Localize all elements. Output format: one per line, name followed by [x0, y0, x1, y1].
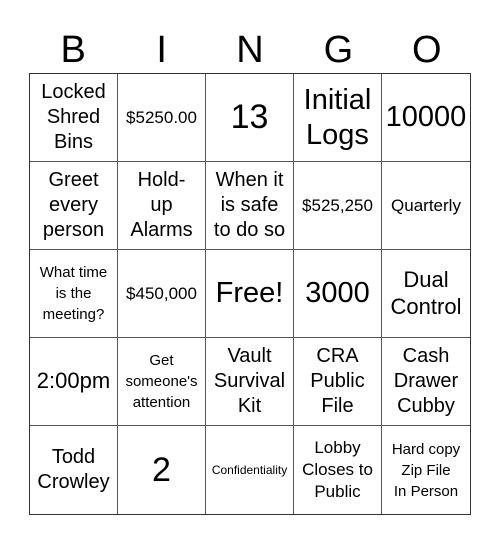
- bingo-cell[interactable]: Hard copy Zip File In Person: [382, 426, 470, 514]
- bingo-cell[interactable]: Quarterly: [382, 162, 470, 250]
- bingo-cell[interactable]: 10000: [382, 74, 470, 162]
- header-letter-g: G: [323, 29, 354, 71]
- cell-text: $525,250: [302, 195, 373, 215]
- bingo-cell[interactable]: 13: [206, 74, 294, 162]
- cell-text: 3000: [305, 277, 370, 310]
- cell-text: Lobby Closes to Public: [302, 438, 373, 501]
- bingo-cell[interactable]: Vault Survival Kit: [206, 338, 294, 426]
- bingo-cell[interactable]: $5250.00: [118, 74, 206, 162]
- cell-text: Confidentiality: [211, 462, 288, 477]
- cell-text: 10000: [385, 101, 467, 134]
- bingo-cell[interactable]: Confidentiality: [206, 426, 294, 514]
- bingo-cell[interactable]: CRA Public File: [294, 338, 382, 426]
- cell-text: Get someone's attention: [125, 352, 198, 411]
- bingo-board: Locked Shred Bins $5250.00 13 Initial Lo…: [29, 73, 471, 515]
- cell-text: $5250.00: [126, 107, 197, 127]
- bingo-cell[interactable]: Cash Drawer Cubby: [382, 338, 470, 426]
- bingo-cell[interactable]: 2: [118, 426, 206, 514]
- bingo-cell[interactable]: What time is the meeting?: [30, 250, 118, 338]
- header-letter-i: I: [156, 29, 167, 71]
- bingo-cell[interactable]: $525,250: [294, 162, 382, 250]
- cell-text: Locked Shred Bins: [41, 81, 106, 153]
- cell-text: Hold- up Alarms: [130, 169, 193, 241]
- bingo-cell[interactable]: Initial Logs: [294, 74, 382, 162]
- bingo-cell[interactable]: Locked Shred Bins: [30, 74, 118, 162]
- cell-text: Greet every person: [42, 169, 105, 241]
- header-letter-o: O: [412, 29, 442, 71]
- header-letter-n: N: [236, 29, 264, 71]
- cell-text: Dual Control: [390, 266, 462, 319]
- cell-text: Hard copy Zip File In Person: [391, 440, 461, 500]
- bingo-cell[interactable]: Greet every person: [30, 162, 118, 250]
- bingo-cell[interactable]: Lobby Closes to Public: [294, 426, 382, 514]
- cell-text: Vault Survival Kit: [213, 345, 286, 417]
- bingo-header: B I N G O: [29, 26, 471, 74]
- bingo-cell[interactable]: Get someone's attention: [118, 338, 206, 426]
- bingo-cell[interactable]: Dual Control: [382, 250, 470, 338]
- cell-text: When it is safe to do so: [213, 169, 286, 241]
- cell-text: What time is the meeting?: [39, 264, 108, 323]
- bingo-cell[interactable]: $450,000: [118, 250, 206, 338]
- cell-text: $450,000: [126, 283, 197, 303]
- bingo-cell[interactable]: Hold- up Alarms: [118, 162, 206, 250]
- cell-text: Free!: [215, 277, 284, 310]
- cell-text: 2:00pm: [36, 368, 111, 394]
- cell-text: Initial Logs: [303, 84, 372, 151]
- cell-text: Cash Drawer Cubby: [393, 345, 459, 417]
- cell-text: CRA Public File: [310, 345, 365, 417]
- cell-text: 2: [152, 450, 171, 489]
- bingo-cell[interactable]: When it is safe to do so: [206, 162, 294, 250]
- bingo-cell[interactable]: 2:00pm: [30, 338, 118, 426]
- bingo-cell[interactable]: Todd Crowley: [30, 426, 118, 514]
- bingo-cell[interactable]: 3000: [294, 250, 382, 338]
- header-letter-b: B: [60, 29, 86, 71]
- cell-text: Todd Crowley: [37, 446, 110, 493]
- free-space-cell[interactable]: Free!: [206, 250, 294, 338]
- cell-text: Quarterly: [391, 195, 461, 215]
- cell-text: 13: [230, 98, 269, 137]
